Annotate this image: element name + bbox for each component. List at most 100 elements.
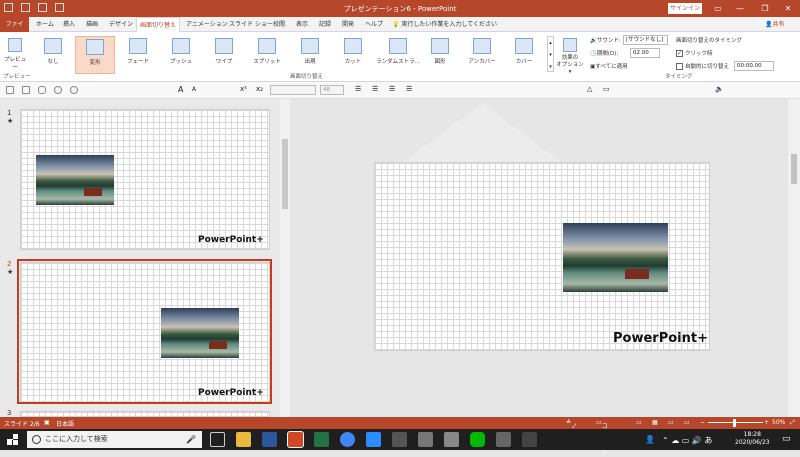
people-icon[interactable]: 👤 (645, 435, 655, 444)
transition-fade[interactable]: フェード (118, 36, 158, 74)
font-shrink-icon[interactable]: A (192, 86, 196, 93)
comment-icon[interactable]: ▭ (603, 85, 610, 93)
slide-caption[interactable]: PowerPoint+ (613, 331, 708, 346)
slide-thumbnail-1[interactable]: PowerPoint+ (20, 109, 270, 250)
preview-button[interactable]: プレビュー (2, 36, 28, 74)
tab-draw[interactable]: 描画 (83, 17, 101, 32)
app-icon[interactable] (418, 432, 433, 447)
text-box-icon[interactable] (6, 86, 14, 94)
excel-icon[interactable] (314, 432, 329, 447)
scroll-thumb[interactable] (282, 139, 288, 209)
subscript-icon[interactable]: x₂ (256, 85, 263, 93)
font-grow-icon[interactable]: A (178, 85, 183, 94)
tab-help[interactable]: ヘルプ (362, 17, 386, 32)
align-right-icon[interactable]: ☰ (389, 85, 395, 93)
thumbnail-scrollbar[interactable] (280, 99, 290, 417)
chrome-icon[interactable] (340, 432, 355, 447)
rectangle-icon[interactable] (22, 86, 30, 94)
file-explorer-icon[interactable] (236, 432, 251, 447)
duration-input[interactable]: 02.00 (630, 48, 660, 58)
powerpoint-icon[interactable] (287, 431, 304, 448)
effect-options-button[interactable]: 効果の オプション ▾ (556, 36, 584, 75)
tab-animations[interactable]: アニメーション (183, 17, 231, 32)
mail-icon[interactable] (392, 432, 407, 447)
slide-thumbnail-pane: 1 ★ PowerPoint+ 2 ★ PowerPoint+ 3 (0, 99, 290, 417)
zoom-level[interactable]: 50% (772, 419, 785, 426)
transition-reveal[interactable]: 出現 (290, 36, 330, 74)
triangle-icon[interactable]: △ (587, 85, 592, 93)
windows-start-icon[interactable] (7, 434, 18, 445)
rounded-rect-icon[interactable] (38, 86, 46, 94)
tab-slideshow[interactable]: スライド ショー (226, 17, 276, 32)
ribbon-display-options-icon[interactable]: ▭ (708, 2, 728, 15)
restore-button[interactable]: ❐ (755, 2, 775, 15)
transition-shape[interactable]: 図形 (420, 36, 460, 74)
spellcheck-icon[interactable]: ▣ (44, 419, 50, 426)
transition-random-bars[interactable]: ランダムストラ... (376, 36, 420, 74)
tab-developer[interactable]: 開発 (339, 17, 357, 32)
align-center-icon[interactable]: ☰ (372, 85, 378, 93)
speaker-icon[interactable]: 🔈 (715, 85, 724, 93)
calculator-icon[interactable] (444, 432, 459, 447)
justify-icon[interactable]: ☰ (406, 85, 412, 93)
landscape-image[interactable] (563, 223, 668, 292)
oval-icon[interactable] (54, 86, 62, 94)
slide-sorter-icon[interactable]: ▦ (652, 419, 658, 426)
tab-review[interactable]: 校閲 (270, 17, 288, 32)
task-view-icon[interactable] (210, 432, 225, 447)
align-left-icon[interactable]: ☰ (355, 85, 361, 93)
superscript-icon[interactable]: x² (240, 85, 247, 93)
share-button[interactable]: 👤共有 (765, 17, 785, 32)
line-icon[interactable] (470, 432, 485, 447)
transition-split[interactable]: スプリット (247, 36, 287, 74)
photos-icon[interactable] (496, 432, 511, 447)
signin-button[interactable]: サインイン (668, 3, 702, 14)
taskbar-clock[interactable]: 18:28 2020/06/23 (735, 431, 770, 447)
transition-cut[interactable]: カット (333, 36, 373, 74)
on-click-checkbox[interactable]: クリック時 (676, 49, 713, 57)
zoom-slider-thumb[interactable] (733, 419, 736, 427)
tab-transitions[interactable]: 画面切り替え (136, 17, 181, 32)
transition-morph[interactable]: 変形 (75, 36, 115, 74)
film-icon[interactable] (522, 432, 537, 447)
after-checkbox[interactable]: 自動的に切り替え (676, 62, 729, 70)
close-button[interactable]: ✕ (778, 2, 798, 15)
transition-uncover[interactable]: アンカバー (462, 36, 502, 74)
reading-view-icon[interactable]: ▭ (668, 419, 674, 426)
font-name-select[interactable] (270, 85, 316, 95)
transition-wipe[interactable]: ワイプ (204, 36, 244, 74)
tab-design[interactable]: デザイン (106, 17, 136, 32)
tell-me-search[interactable]: 💡 実行したい作業を入力してください (392, 17, 497, 32)
notes-button[interactable]: ≙ ノート (566, 419, 577, 448)
font-size-select[interactable]: 48 (320, 85, 344, 95)
minimize-button[interactable]: — (730, 2, 750, 15)
tab-file[interactable]: ファイル (0, 17, 29, 43)
zoom-in-icon[interactable]: + (764, 419, 769, 426)
shape-fill-icon[interactable] (70, 86, 78, 94)
normal-view-icon[interactable]: ▭ (636, 419, 642, 426)
tab-home[interactable]: ホーム (33, 17, 57, 32)
editor-scrollbar[interactable] (788, 99, 800, 417)
current-slide[interactable]: PowerPoint+ (374, 162, 710, 351)
zoom-out-icon[interactable]: − (700, 419, 705, 426)
transition-none[interactable]: なし (33, 36, 73, 74)
transition-push[interactable]: プッシュ (161, 36, 201, 74)
after-time-input[interactable]: 00:00.00 (734, 61, 774, 71)
tab-view[interactable]: 表示 (293, 17, 311, 32)
apply-to-all-button[interactable]: ▣すべてに適用 (590, 62, 628, 70)
gallery-scroll[interactable]: ▴ ▾ ▾ (547, 36, 554, 72)
slideshow-view-icon[interactable]: ▭ (684, 419, 690, 426)
scroll-thumb[interactable] (791, 154, 797, 184)
system-tray-icons[interactable]: ⌃ ☁ ▭ 🔊 あ (662, 435, 712, 446)
zoom-app-icon[interactable] (366, 432, 381, 447)
comments-button[interactable]: ▭ コメント (596, 419, 608, 457)
tab-insert[interactable]: 挿入 (60, 17, 78, 32)
notification-icon[interactable]: ▭ (782, 434, 791, 444)
tab-recording[interactable]: 記録 (316, 17, 334, 32)
fit-to-window-icon[interactable]: ⤢ (790, 419, 795, 427)
taskbar-search[interactable]: ここに入力して検索 🎤 (27, 431, 202, 448)
word-icon[interactable] (262, 432, 277, 447)
transition-cover[interactable]: カバー (504, 36, 544, 74)
sound-select[interactable]: [サウンドなし] (623, 35, 668, 45)
microphone-icon[interactable]: 🎤 (186, 431, 196, 448)
